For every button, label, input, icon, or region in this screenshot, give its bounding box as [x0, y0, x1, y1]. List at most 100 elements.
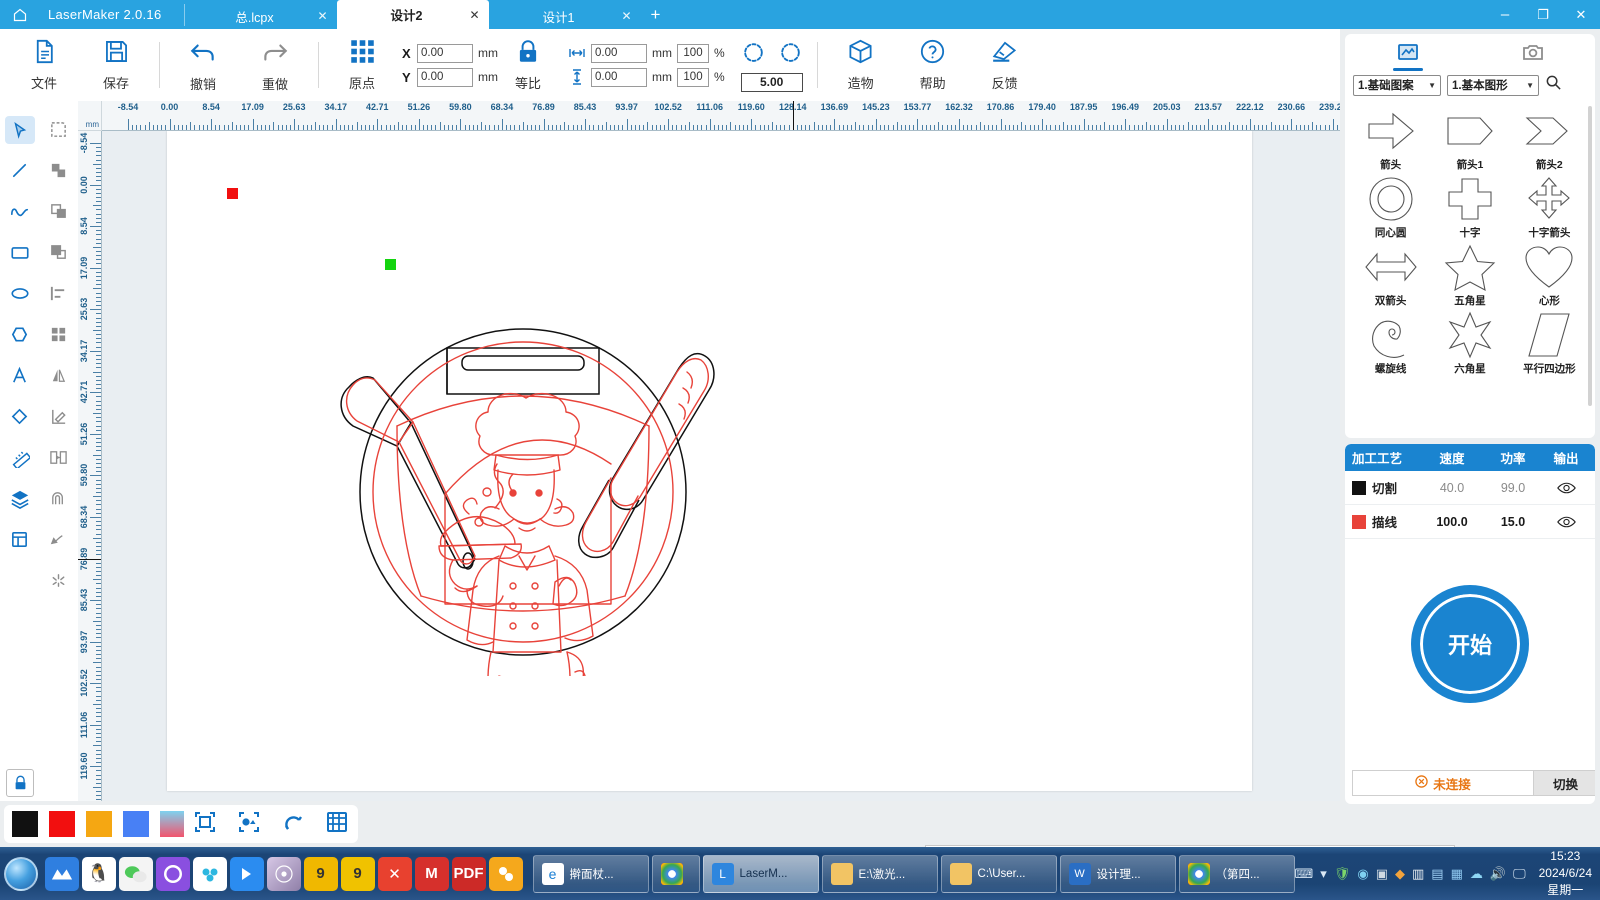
- mirror-icon[interactable]: [39, 355, 78, 396]
- subtract-icon[interactable]: [39, 191, 78, 232]
- magnet-snap-icon[interactable]: [282, 811, 304, 838]
- save-button[interactable]: 保存: [80, 32, 152, 98]
- curve-icon[interactable]: [0, 191, 39, 232]
- tiger-icon[interactable]: ◆: [1395, 866, 1405, 882]
- shape-item-arrow[interactable]: 箭头: [1351, 106, 1430, 172]
- shape-item-cross[interactable]: 十字: [1430, 174, 1509, 240]
- fit-to-frame-icon[interactable]: [194, 811, 216, 838]
- layer-power[interactable]: 99.0: [1483, 481, 1543, 495]
- shape-scrollbar[interactable]: [1588, 106, 1592, 406]
- close-icon[interactable]: ✕: [317, 10, 327, 22]
- union-icon[interactable]: [39, 150, 78, 191]
- lock-ratio-button[interactable]: 等比: [498, 32, 558, 98]
- document-icon[interactable]: ▦: [1451, 866, 1463, 882]
- select-all-icon[interactable]: [238, 811, 260, 838]
- minimize-button[interactable]: –: [1486, 0, 1524, 29]
- close-button[interactable]: ✕: [1562, 0, 1600, 29]
- monitor-icon[interactable]: 🖵: [1513, 866, 1526, 882]
- height-percent-input[interactable]: 100: [677, 68, 709, 87]
- rectangle-icon[interactable]: [0, 232, 39, 273]
- shape-item-four-way-arrow[interactable]: 十字箭头: [1510, 174, 1589, 240]
- search-icon[interactable]: [1545, 74, 1562, 96]
- rotate-angle-input[interactable]: 5.00: [741, 73, 803, 92]
- path-icon[interactable]: [39, 519, 78, 560]
- windows-start-icon[interactable]: [2, 852, 41, 896]
- swatch-red[interactable]: [49, 811, 75, 837]
- expand-tray-icon[interactable]: ▾: [1320, 866, 1327, 882]
- taskbar-item-6[interactable]: （第四...: [1179, 855, 1295, 893]
- maxthon-icon[interactable]: [45, 857, 79, 891]
- canvas-area[interactable]: [102, 131, 1340, 801]
- shape-item-six-point-star[interactable]: 六角星: [1430, 310, 1509, 376]
- height-input[interactable]: 0.00: [591, 68, 647, 87]
- cloud-icon[interactable]: ☁: [1470, 866, 1483, 882]
- library-tab[interactable]: [1345, 34, 1470, 74]
- taskbar-item-4[interactable]: C:\User...: [941, 855, 1057, 893]
- bilibili-icon[interactable]: [230, 857, 264, 891]
- layer-speed[interactable]: 40.0: [1421, 481, 1483, 495]
- tab-1[interactable]: 设计2 ✕: [337, 0, 489, 29]
- layers-icon[interactable]: [0, 478, 39, 519]
- ellipse-icon[interactable]: [0, 273, 39, 314]
- disc-icon[interactable]: [267, 857, 301, 891]
- chart-icon[interactable]: ▥: [1412, 866, 1424, 882]
- align-icon[interactable]: [39, 273, 78, 314]
- horizontal-ruler[interactable]: -8.540.008.5417.0925.6334.1742.7151.2659…: [102, 101, 1340, 131]
- rotate-ccw-icon[interactable]: [741, 39, 766, 69]
- wechat-icon[interactable]: [119, 857, 153, 891]
- keyboard-ime-icon[interactable]: ⌨: [1295, 866, 1314, 882]
- y-position-input[interactable]: 0.00: [417, 68, 473, 87]
- width-percent-input[interactable]: 100: [677, 44, 709, 63]
- origin-button[interactable]: 原点: [326, 32, 398, 98]
- python-icon[interactable]: [489, 857, 523, 891]
- switch-connection-button[interactable]: 切换: [1534, 770, 1595, 796]
- tile-icon[interactable]: [0, 519, 39, 560]
- measure-angle-icon[interactable]: [39, 396, 78, 437]
- camera-tab[interactable]: [1470, 34, 1595, 74]
- security-icon[interactable]: ▣: [1376, 866, 1388, 882]
- foxit-icon[interactable]: 9: [341, 857, 375, 891]
- sparkle-icon[interactable]: [39, 560, 78, 601]
- pdf-icon[interactable]: PDF: [452, 857, 486, 891]
- bend-icon[interactable]: [39, 478, 78, 519]
- array-icon[interactable]: [39, 314, 78, 355]
- rotate-cw-icon[interactable]: [778, 39, 803, 69]
- xmind-icon[interactable]: ✕: [378, 857, 412, 891]
- swatch-blue[interactable]: [123, 811, 149, 837]
- volume-icon[interactable]: 🔊: [1490, 866, 1506, 882]
- polygon-icon[interactable]: [0, 314, 39, 355]
- home-icon[interactable]: [0, 0, 40, 29]
- shape-item-double-arrow[interactable]: 双箭头: [1351, 242, 1430, 308]
- eye-icon[interactable]: [1543, 481, 1589, 495]
- taskbar-item-1[interactable]: [652, 855, 700, 893]
- grid-icon[interactable]: [326, 811, 348, 838]
- eraser-icon[interactable]: [0, 396, 39, 437]
- taskbar-item-2[interactable]: L LaserM...: [703, 855, 819, 893]
- layer-color-chip[interactable]: [1352, 515, 1366, 529]
- app-icon[interactable]: ▤: [1431, 866, 1443, 882]
- create-button[interactable]: 造物: [825, 32, 897, 98]
- baidu-netdisk-icon[interactable]: [193, 857, 227, 891]
- x-position-input[interactable]: 0.00: [417, 44, 473, 63]
- undo-button[interactable]: 撤销: [167, 32, 239, 98]
- subcategory-select[interactable]: 1.基本图形 ▼: [1447, 75, 1539, 96]
- taskbar-clock[interactable]: 15:23 2024/6/24 星期一: [1533, 848, 1592, 899]
- start-button[interactable]: 开始: [1417, 591, 1523, 697]
- shape-item-concentric-circle[interactable]: 同心圆: [1351, 174, 1430, 240]
- layer-power[interactable]: 15.0: [1483, 515, 1543, 529]
- new-tab-button[interactable]: +: [641, 5, 671, 29]
- file-button[interactable]: 文件: [8, 32, 80, 98]
- ruler-icon[interactable]: [0, 437, 39, 478]
- connection-status[interactable]: 未连接: [1352, 770, 1534, 796]
- opera-icon[interactable]: [156, 857, 190, 891]
- intersect-icon[interactable]: [39, 232, 78, 273]
- shape-item-spiral[interactable]: 螺旋线: [1351, 310, 1430, 376]
- layer-color-chip[interactable]: [1352, 481, 1366, 495]
- category-select[interactable]: 1.基础图案 ▼: [1353, 75, 1441, 96]
- origin-marker-red[interactable]: [227, 188, 238, 199]
- restore-button[interactable]: ❐: [1524, 0, 1562, 29]
- node-edit-icon[interactable]: [39, 109, 78, 150]
- taskbar-item-3[interactable]: E:\激光...: [822, 855, 938, 893]
- eye-icon[interactable]: [1543, 515, 1589, 529]
- width-input[interactable]: 0.00: [591, 44, 647, 63]
